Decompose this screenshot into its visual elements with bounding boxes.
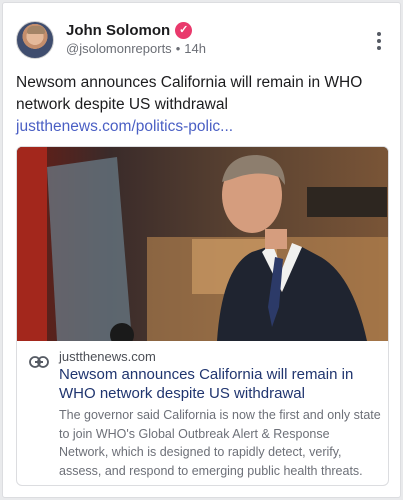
more-options-icon[interactable] xyxy=(370,29,388,53)
post-text: Newsom announces California will remain … xyxy=(16,72,386,138)
link-preview-card[interactable]: justthenews.com Newsom announces Califor… xyxy=(16,146,389,486)
meta-separator: • xyxy=(175,41,181,56)
article-title[interactable]: Newsom announces California will remain … xyxy=(59,365,379,403)
article-photo xyxy=(17,147,388,341)
preview-body: justthenews.com Newsom announces Califor… xyxy=(17,341,388,485)
article-description: The governor said California is now the … xyxy=(59,408,381,478)
menu-dot xyxy=(377,39,381,43)
link-icon xyxy=(29,356,49,368)
verified-badge-icon: ✓ xyxy=(175,21,193,39)
avatar-hair xyxy=(27,26,45,34)
post-header: John Solomon ✓ @jsolomonreports • 14h xyxy=(16,17,388,61)
post-timestamp[interactable]: 14h xyxy=(184,41,206,56)
article-domain: justthenews.com xyxy=(59,349,156,364)
article-image[interactable] xyxy=(17,147,388,341)
post-meta: @jsolomonreports • 14h xyxy=(66,41,206,56)
author-row: John Solomon ✓ xyxy=(66,19,193,41)
menu-dot xyxy=(377,32,381,36)
post-body: Newsom announces California will remain … xyxy=(16,74,363,113)
post-card: John Solomon ✓ @jsolomonreports • 14h Ne… xyxy=(2,2,401,498)
avatar[interactable] xyxy=(16,21,54,59)
menu-dot xyxy=(377,46,381,50)
author-handle[interactable]: @jsolomonreports xyxy=(66,41,172,56)
author-name[interactable]: John Solomon xyxy=(66,22,170,39)
post-link[interactable]: justthenews.com/politics-polic... xyxy=(16,118,233,135)
